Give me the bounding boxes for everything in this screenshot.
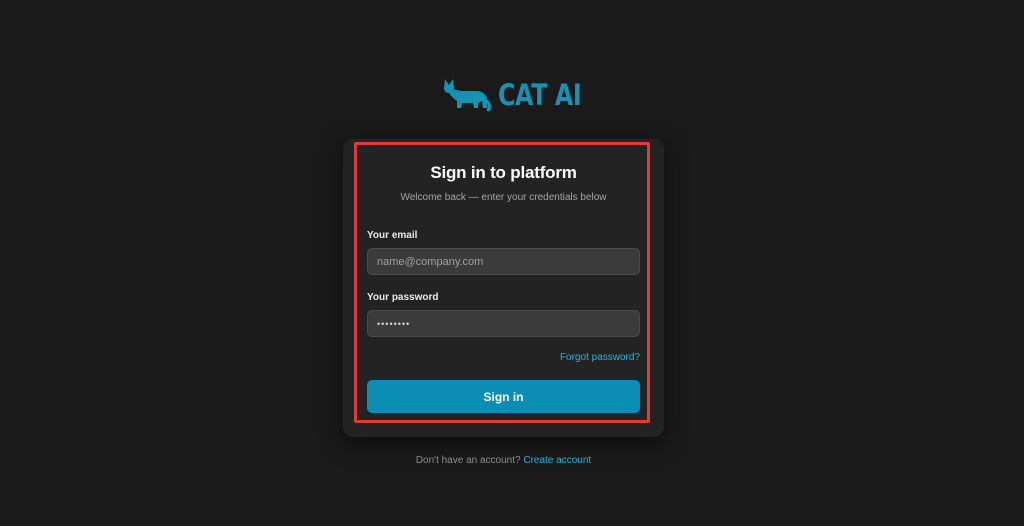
sign-in-button[interactable]: Sign in: [367, 380, 640, 413]
password-field[interactable]: [367, 310, 640, 337]
email-label: Your email: [367, 230, 418, 241]
login-page: CAT AI Sign in to platform Welcome back …: [0, 0, 1024, 526]
brand-logo: CAT AI: [444, 77, 600, 113]
signup-prompt: Don't have an account?: [415, 455, 524, 466]
forgot-password-link[interactable]: Forgot password?: [540, 352, 640, 363]
password-label: Your password: [367, 292, 439, 303]
email-field[interactable]: [367, 248, 640, 275]
signup-footer: Don't have an account? Create account: [343, 455, 664, 466]
brand-name: CAT AI: [498, 78, 582, 112]
page-title: Sign in to platform: [430, 163, 577, 182]
page-subtitle: Welcome back — enter your credentials be…: [400, 192, 607, 203]
create-account-link[interactable]: Create account: [523, 455, 591, 466]
cat-icon: [444, 79, 491, 112]
